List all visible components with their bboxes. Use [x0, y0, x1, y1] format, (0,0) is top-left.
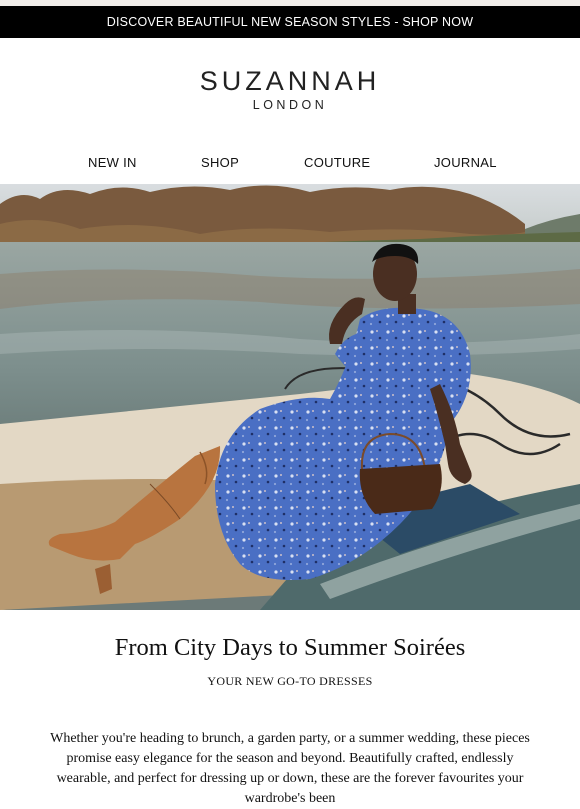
promo-banner[interactable]: DISCOVER BEAUTIFUL NEW SEASON STYLES - S…: [0, 6, 580, 38]
hero-image[interactable]: [0, 184, 580, 610]
article-headline: From City Days to Summer Soirées: [114, 634, 466, 661]
brand-logo[interactable]: SUZANNAH LONDON: [0, 38, 580, 142]
nav-item-couture[interactable]: COUTURE: [304, 155, 370, 170]
nav-item-new-in[interactable]: NEW IN: [88, 155, 137, 170]
brand-location[interactable]: LONDON: [0, 98, 580, 112]
nav-item-shop[interactable]: SHOP: [201, 155, 239, 170]
nav-item-journal[interactable]: JOURNAL: [434, 155, 497, 170]
hero-illustration: [0, 184, 580, 610]
main-nav: NEW IN SHOP COUTURE JOURNAL: [0, 142, 580, 184]
article-body: Whether you're heading to brunch, a gard…: [50, 731, 530, 806]
article-subheadline: YOUR NEW GO-TO DRESSES: [207, 674, 373, 688]
promo-banner-text[interactable]: DISCOVER BEAUTIFUL NEW SEASON STYLES - S…: [107, 15, 473, 29]
article-section: From City Days to Summer Soirées YOUR NE…: [0, 634, 580, 809]
brand-name[interactable]: SUZANNAH: [0, 66, 580, 97]
